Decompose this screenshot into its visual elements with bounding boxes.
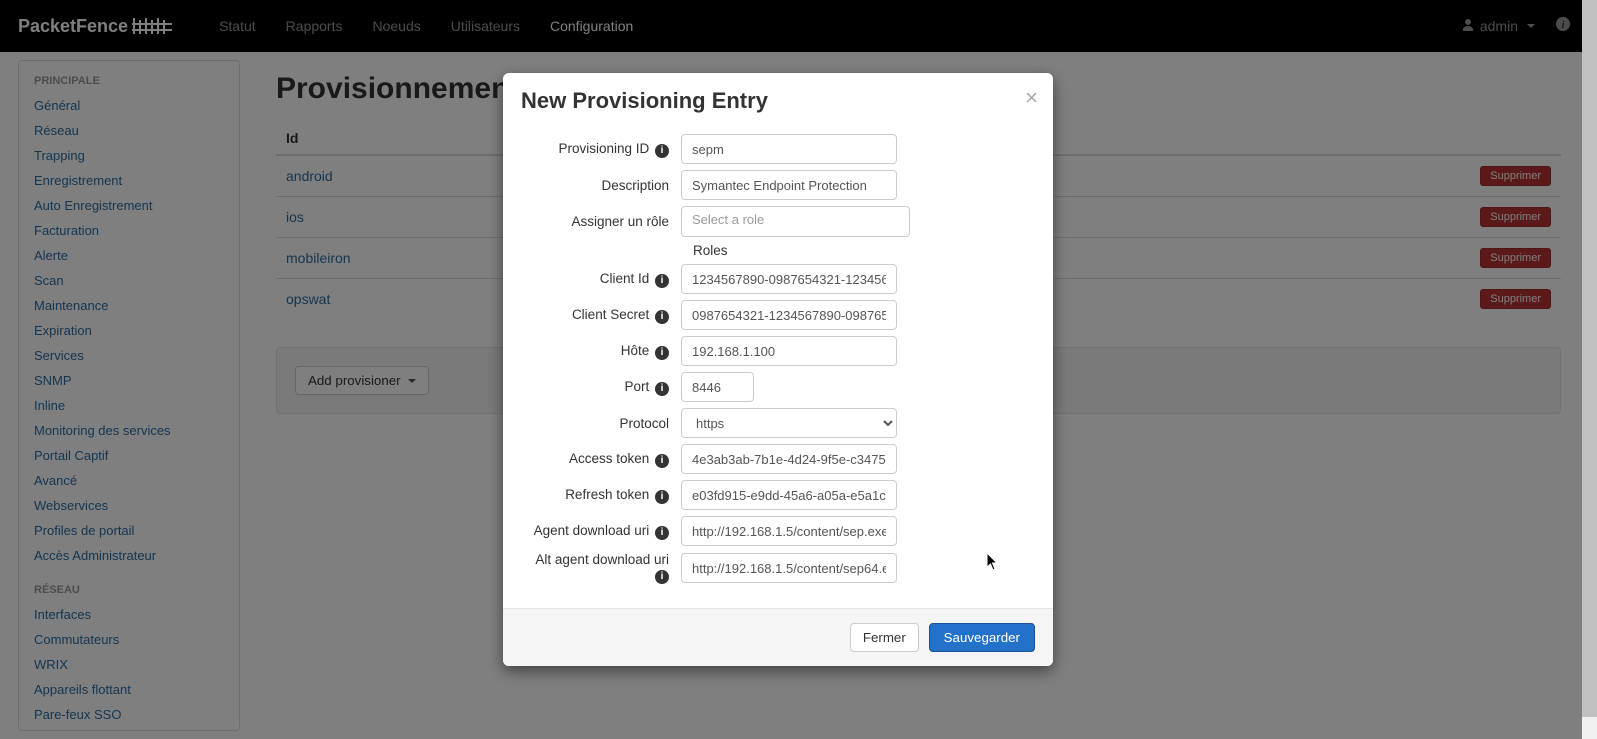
label-assign-role: Assigner un rôle — [521, 214, 681, 229]
label-protocol: Protocol — [521, 416, 681, 431]
protocol-select[interactable]: https — [681, 408, 897, 438]
label-refresh-token: Refresh token i — [521, 487, 681, 504]
close-button[interactable]: Fermer — [850, 623, 919, 652]
info-icon[interactable]: i — [655, 570, 669, 584]
info-icon[interactable]: i — [655, 274, 669, 288]
label-provisioning-id: Provisioning ID i — [521, 141, 681, 158]
info-icon[interactable]: i — [655, 526, 669, 540]
access-token-input[interactable] — [681, 444, 897, 474]
port-input[interactable] — [681, 372, 754, 402]
info-icon[interactable]: i — [655, 490, 669, 504]
host-input[interactable] — [681, 336, 897, 366]
modal-close-button[interactable]: × — [1025, 85, 1038, 111]
modal-title: New Provisioning Entry — [521, 88, 1035, 114]
provisioning-id-input[interactable] — [681, 134, 897, 164]
info-icon[interactable]: i — [655, 454, 669, 468]
label-host: Hôte i — [521, 343, 681, 360]
info-icon[interactable]: i — [655, 144, 669, 158]
provisioning-modal: New Provisioning Entry × Provisioning ID… — [503, 73, 1053, 666]
refresh-token-input[interactable] — [681, 480, 897, 510]
info-icon[interactable]: i — [655, 346, 669, 360]
role-select[interactable]: Select a role — [681, 206, 910, 237]
label-client-secret: Client Secret i — [521, 307, 681, 324]
label-client-id: Client Id i — [521, 271, 681, 288]
label-alt-agent-uri: Alt agent download uri i — [521, 552, 681, 584]
info-icon[interactable]: i — [655, 382, 669, 396]
label-access-token: Access token i — [521, 451, 681, 468]
client-id-input[interactable] — [681, 264, 897, 294]
label-description: Description — [521, 178, 681, 193]
label-port: Port i — [521, 379, 681, 396]
save-button[interactable]: Sauvegarder — [929, 623, 1035, 652]
info-icon[interactable]: i — [655, 310, 669, 324]
description-input[interactable] — [681, 170, 897, 200]
agent-uri-input[interactable] — [681, 516, 897, 546]
client-secret-input[interactable] — [681, 300, 897, 330]
label-agent-uri: Agent download uri i — [521, 523, 681, 540]
roles-caption: Roles — [693, 243, 1035, 258]
alt-agent-uri-input[interactable] — [681, 553, 897, 583]
scrollbar-thumb[interactable] — [1582, 0, 1597, 717]
